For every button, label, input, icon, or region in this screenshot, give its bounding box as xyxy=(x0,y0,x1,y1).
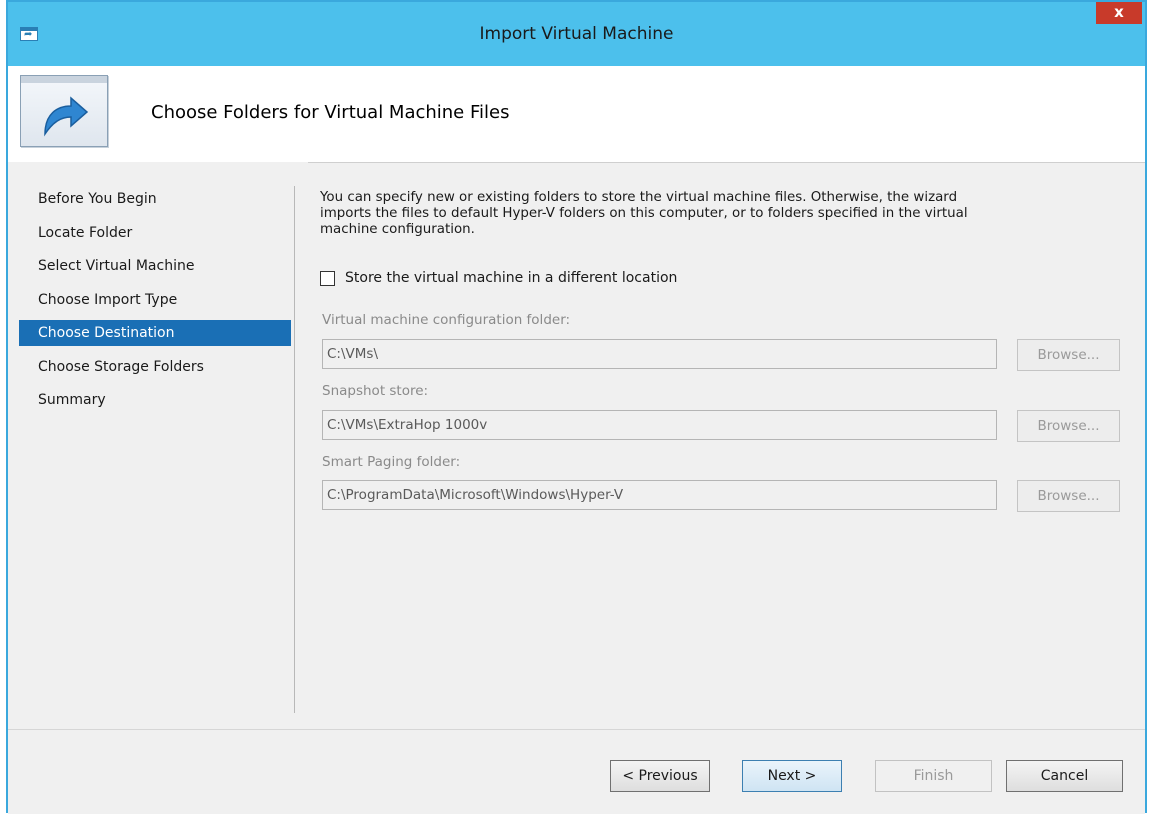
wizard-steps-nav: Before You Begin Locate Folder Select Vi… xyxy=(8,162,308,729)
wizard-header: Choose Folders for Virtual Machine Files xyxy=(8,66,1145,163)
config-folder-label: Virtual machine configuration folder: xyxy=(322,312,571,328)
nav-step-choose-storage-folders[interactable]: Choose Storage Folders xyxy=(19,354,291,380)
nav-step-choose-import-type[interactable]: Choose Import Type xyxy=(19,287,291,313)
import-vm-window: ➦ Import Virtual Machine x Choose Folder… xyxy=(6,0,1147,814)
config-folder-browse-button[interactable]: Browse... xyxy=(1017,339,1120,371)
store-different-location-row[interactable]: Store the virtual machine in a different… xyxy=(320,270,677,286)
import-arrow-icon xyxy=(20,75,108,147)
smart-paging-label: Smart Paging folder: xyxy=(322,454,461,470)
description-line: You can specify new or existing folders … xyxy=(320,190,958,205)
description-line: imports the files to default Hyper-V fol… xyxy=(320,206,968,221)
wizard-content: You can specify new or existing folders … xyxy=(320,190,1140,512)
store-different-location-checkbox[interactable] xyxy=(320,270,335,286)
wizard-footer: < Previous Next > Finish Cancel xyxy=(8,729,1145,814)
nav-step-select-virtual-machine[interactable]: Select Virtual Machine xyxy=(19,253,291,279)
description-text: You can specify new or existing folders … xyxy=(320,190,1090,238)
description-line: machine configuration. xyxy=(320,222,475,237)
window-title: Import Virtual Machine xyxy=(479,24,674,44)
nav-step-locate-folder[interactable]: Locate Folder xyxy=(19,220,291,246)
smart-paging-input[interactable]: C:\ProgramData\Microsoft\Windows\Hyper-V xyxy=(322,480,997,510)
config-folder-input[interactable]: C:\VMs\ xyxy=(322,339,997,369)
close-button[interactable]: x xyxy=(1096,2,1142,24)
snapshot-store-browse-button[interactable]: Browse... xyxy=(1017,410,1120,442)
previous-button[interactable]: < Previous xyxy=(610,760,710,792)
nav-step-summary[interactable]: Summary xyxy=(19,387,291,413)
smart-paging-browse-button[interactable]: Browse... xyxy=(1017,480,1120,512)
next-button[interactable]: Next > xyxy=(742,760,842,792)
title-bar[interactable]: ➦ Import Virtual Machine x xyxy=(8,2,1145,66)
page-title: Choose Folders for Virtual Machine Files xyxy=(151,102,510,123)
nav-step-choose-destination[interactable]: Choose Destination xyxy=(19,320,291,346)
cancel-button[interactable]: Cancel xyxy=(1006,760,1123,792)
snapshot-store-input[interactable]: C:\VMs\ExtraHop 1000v xyxy=(322,410,997,440)
store-different-location-label[interactable]: Store the virtual machine in a different… xyxy=(345,270,677,286)
finish-button[interactable]: Finish xyxy=(875,760,992,792)
nav-divider xyxy=(294,186,295,713)
snapshot-store-label: Snapshot store: xyxy=(322,383,429,399)
nav-step-before-you-begin[interactable]: Before You Begin xyxy=(19,186,291,212)
